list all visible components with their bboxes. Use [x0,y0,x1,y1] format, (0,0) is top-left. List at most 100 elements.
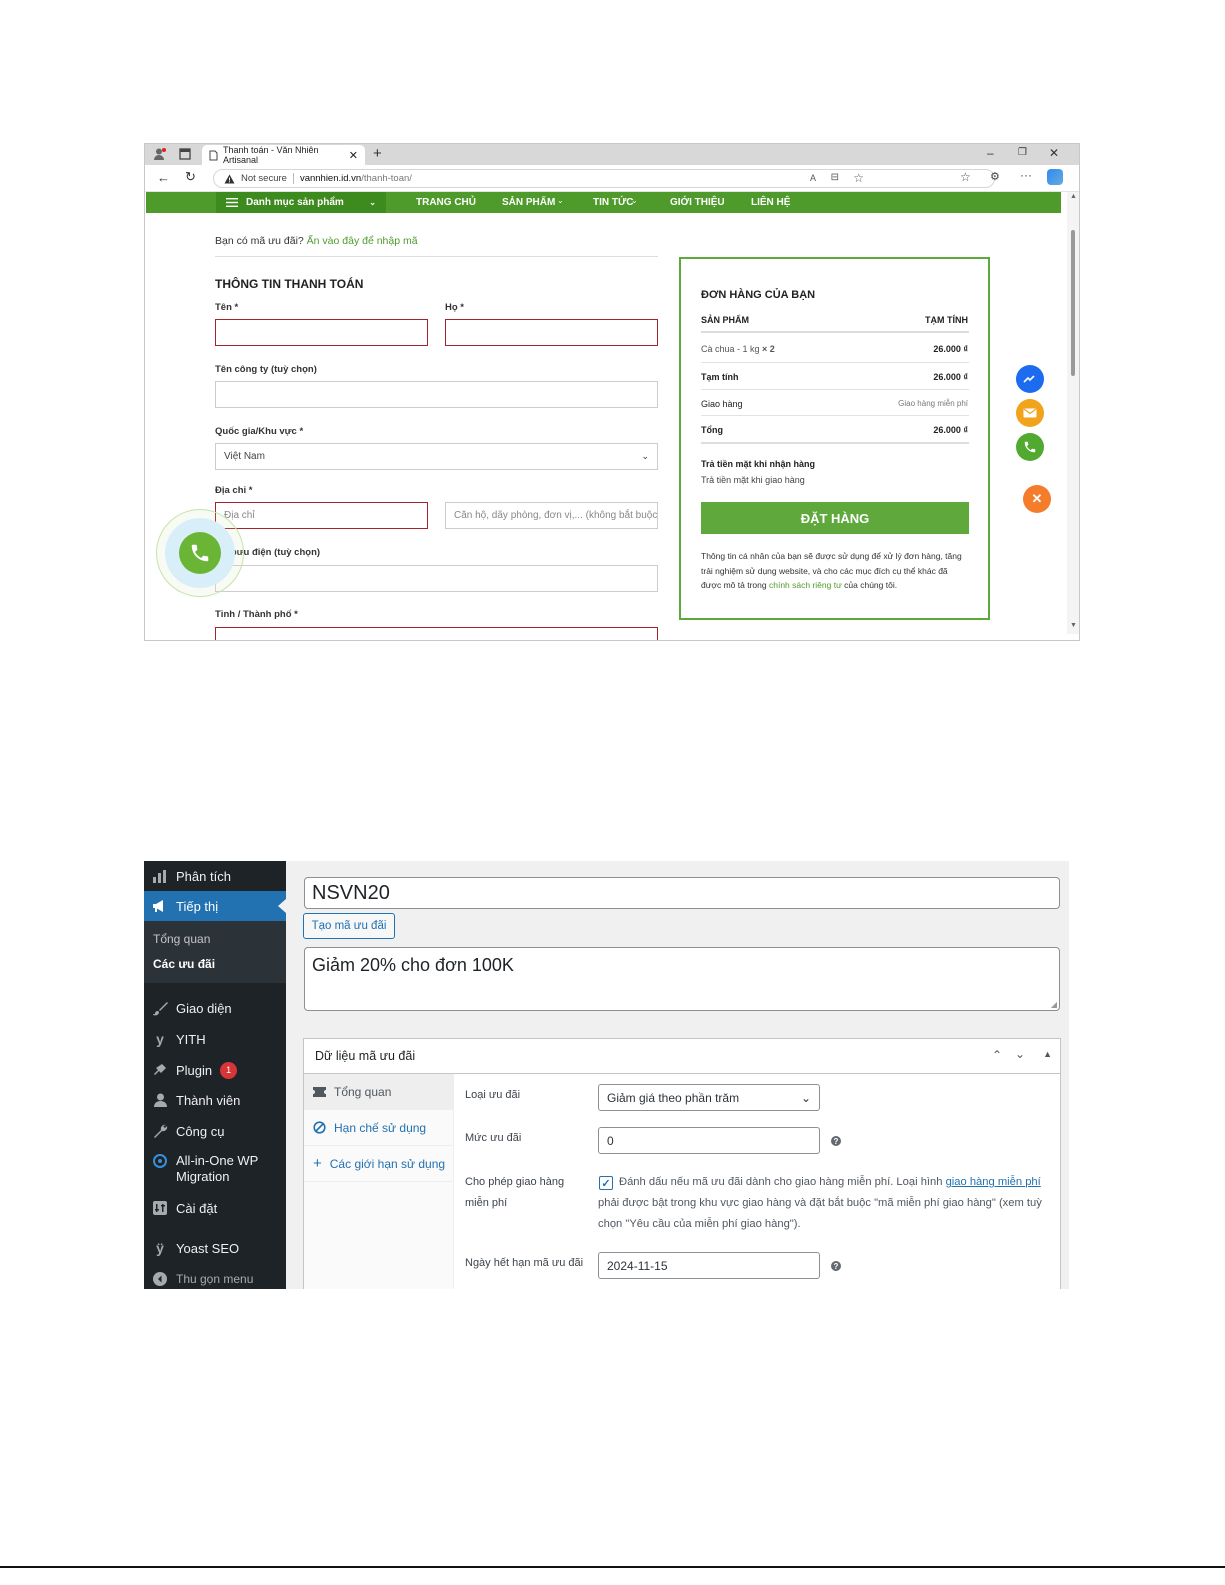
menu-migration[interactable]: All-in-One WP Migration [144,1147,286,1187]
phone-button[interactable] [1016,433,1044,461]
submenu-overview[interactable]: Tổng quan [153,932,210,946]
privacy-policy-link[interactable]: chính sách riêng tư [769,580,842,590]
menu-settings[interactable]: Cài đặt [144,1193,286,1223]
favorites-icon[interactable]: ☆ [960,170,971,184]
menu-yith[interactable]: y YITH [144,1024,286,1054]
copilot-icon[interactable] [1047,169,1063,185]
total-value: 26.000 ₫ [933,425,968,435]
messenger-button[interactable] [1016,365,1044,393]
free-shipping-link[interactable]: giao hàng miễn phí [946,1176,1041,1188]
email-button[interactable] [1016,399,1044,427]
page-icon [209,150,218,161]
migration-icon [152,1153,168,1169]
coupon-code-value: NSVN20 [312,881,390,904]
menu-label: Phân tích [176,868,231,884]
discount-type-select[interactable]: Giảm giá theo phần trăm ⌄ [598,1084,820,1111]
nav-about[interactable]: GIỚI THIỆU [670,197,725,208]
col-subtotal: TẠM TÍNH [925,315,968,325]
payment-method-title[interactable]: Trả tiền mặt khi nhận hàng [701,459,815,469]
tab-usage-restriction[interactable]: Hạn chế sử dụng [304,1110,454,1146]
privacy-text-2: của chúng tôi. [844,580,898,590]
read-aloud-icon[interactable]: A [810,173,816,183]
menu-tools[interactable]: Công cụ [144,1116,286,1146]
nav-contact[interactable]: LIÊN HỆ [751,197,790,208]
menu-collapse[interactable]: Thu gọn menu [144,1264,286,1289]
address-input[interactable]: Địa chỉ [215,502,428,529]
scroll-up-icon[interactable]: ▲ [1070,193,1077,200]
menu-label: Plugin [176,1062,213,1078]
coupon-data-tabs: Tổng quan Hạn chế sử dụng + Các giới hạn… [304,1074,454,1289]
menu-plugins[interactable]: Plugin 1 [144,1055,286,1085]
megaphone-icon [152,898,168,914]
close-contact-button[interactable]: ✕ [1023,485,1051,513]
reload-icon[interactable]: ↻ [185,169,196,185]
new-tab-icon[interactable]: + [373,145,382,162]
restore-icon[interactable]: ❐ [1018,147,1027,158]
workspaces-icon[interactable] [179,148,191,160]
amount-input[interactable]: 0 [598,1127,820,1154]
item-name: Cà chua - 1 kg [701,344,760,354]
country-label: Quốc gia/Khu vực * [215,426,304,437]
resize-handle-icon[interactable]: ◢ [1051,1000,1057,1009]
url-field[interactable]: Not secure vannhien.id.vn/thanh-toan/ A … [213,169,995,188]
nav-news[interactable]: TIN TỨC [593,197,634,208]
menu-marketing[interactable]: Tiếp thị [144,891,286,921]
menu-label: All-in-One WP Migration [176,1153,259,1184]
browser-tab[interactable]: Thanh toán - Văn Nhiên Artisanal ✕ [202,145,365,165]
nav-home[interactable]: TRANG CHỦ [416,197,476,208]
scroll-thumb[interactable] [1071,230,1075,376]
move-up-icon[interactable]: ⌃ [992,1048,1002,1062]
menu-label: Tiếp thị [176,898,219,914]
menu-yoast[interactable]: ÿ Yoast SEO [144,1233,286,1263]
minimize-icon[interactable]: – [987,146,994,160]
toggle-panel-icon[interactable]: ▲ [1043,1049,1052,1059]
submenu-coupons[interactable]: Các ưu đãi [153,957,215,971]
tab-label: Tổng quan [334,1084,392,1099]
back-icon[interactable]: ← [157,170,170,185]
help-icon[interactable]: ? [831,1136,841,1146]
page-scrollbar[interactable]: ▲ ▼ [1067,192,1079,634]
menu-appearance[interactable]: Giao diện [144,993,286,1023]
reader-icon[interactable]: ⊟ [831,172,839,183]
menu-analytics[interactable]: Phân tích [144,861,286,891]
first-name-input[interactable] [215,319,428,346]
category-menu-button[interactable]: Danh mục sản phẩm ⌄ [216,192,386,213]
expiry-date-input[interactable]: 2024-11-15 [598,1252,820,1279]
nav-products[interactable]: SẢN PHẨM [502,197,555,208]
last-name-input[interactable] [445,319,658,346]
coupon-prompt: Bạn có mã ưu đãi? [215,235,304,247]
warning-icon [224,174,235,184]
chart-bar-icon [152,868,168,884]
menu-users[interactable]: Thành viên [144,1085,286,1115]
tab-usage-limits[interactable]: + Các giới hạn sử dụng [304,1146,454,1182]
profile-icon[interactable] [153,147,167,161]
help-icon[interactable]: ? [831,1261,841,1271]
generate-coupon-button[interactable]: Tạo mã ưu đãi [303,913,395,939]
address2-input[interactable]: Căn hộ, dãy phòng, đơn vị,... (không bắt… [445,502,658,529]
expiry-value: 2024-11-15 [607,1258,668,1273]
favorite-star-icon[interactable]: ☆ [853,171,864,185]
coupon-code-input[interactable]: NSVN20 [304,877,1060,909]
admin-sidebar: Phân tích Tiếp thị Tổng quan Các ưu đãi … [144,861,286,1289]
place-order-button[interactable]: ĐẶT HÀNG [701,502,969,534]
yith-icon: y [156,1031,164,1047]
coupon-description-textarea[interactable]: Giảm 20% cho đơn 100K ◢ [304,947,1060,1011]
move-down-icon[interactable]: ⌄ [1015,1047,1025,1061]
item-price: 26.000 ₫ [933,344,968,354]
city-label: Tỉnh / Thành phố * [215,609,298,620]
tab-general[interactable]: Tổng quan [304,1074,454,1110]
close-window-icon[interactable]: ✕ [1049,146,1059,160]
first-name-label: Tên * [215,302,239,313]
scroll-down-icon[interactable]: ▼ [1070,622,1077,629]
menu-label: YITH [176,1031,206,1047]
city-input[interactable] [215,627,658,640]
tab-close-icon[interactable]: ✕ [349,149,358,162]
call-now-button[interactable] [179,532,221,574]
coupon-link[interactable]: Ấn vào đây để nhập mã [307,235,418,247]
country-select[interactable]: Việt Nam ⌄ [215,443,658,470]
more-menu-icon[interactable]: ··· [1020,168,1032,182]
company-input[interactable] [215,381,658,408]
extensions-icon[interactable]: ⚙ [990,170,1000,183]
postcode-input[interactable] [215,565,658,592]
divider [701,415,969,416]
